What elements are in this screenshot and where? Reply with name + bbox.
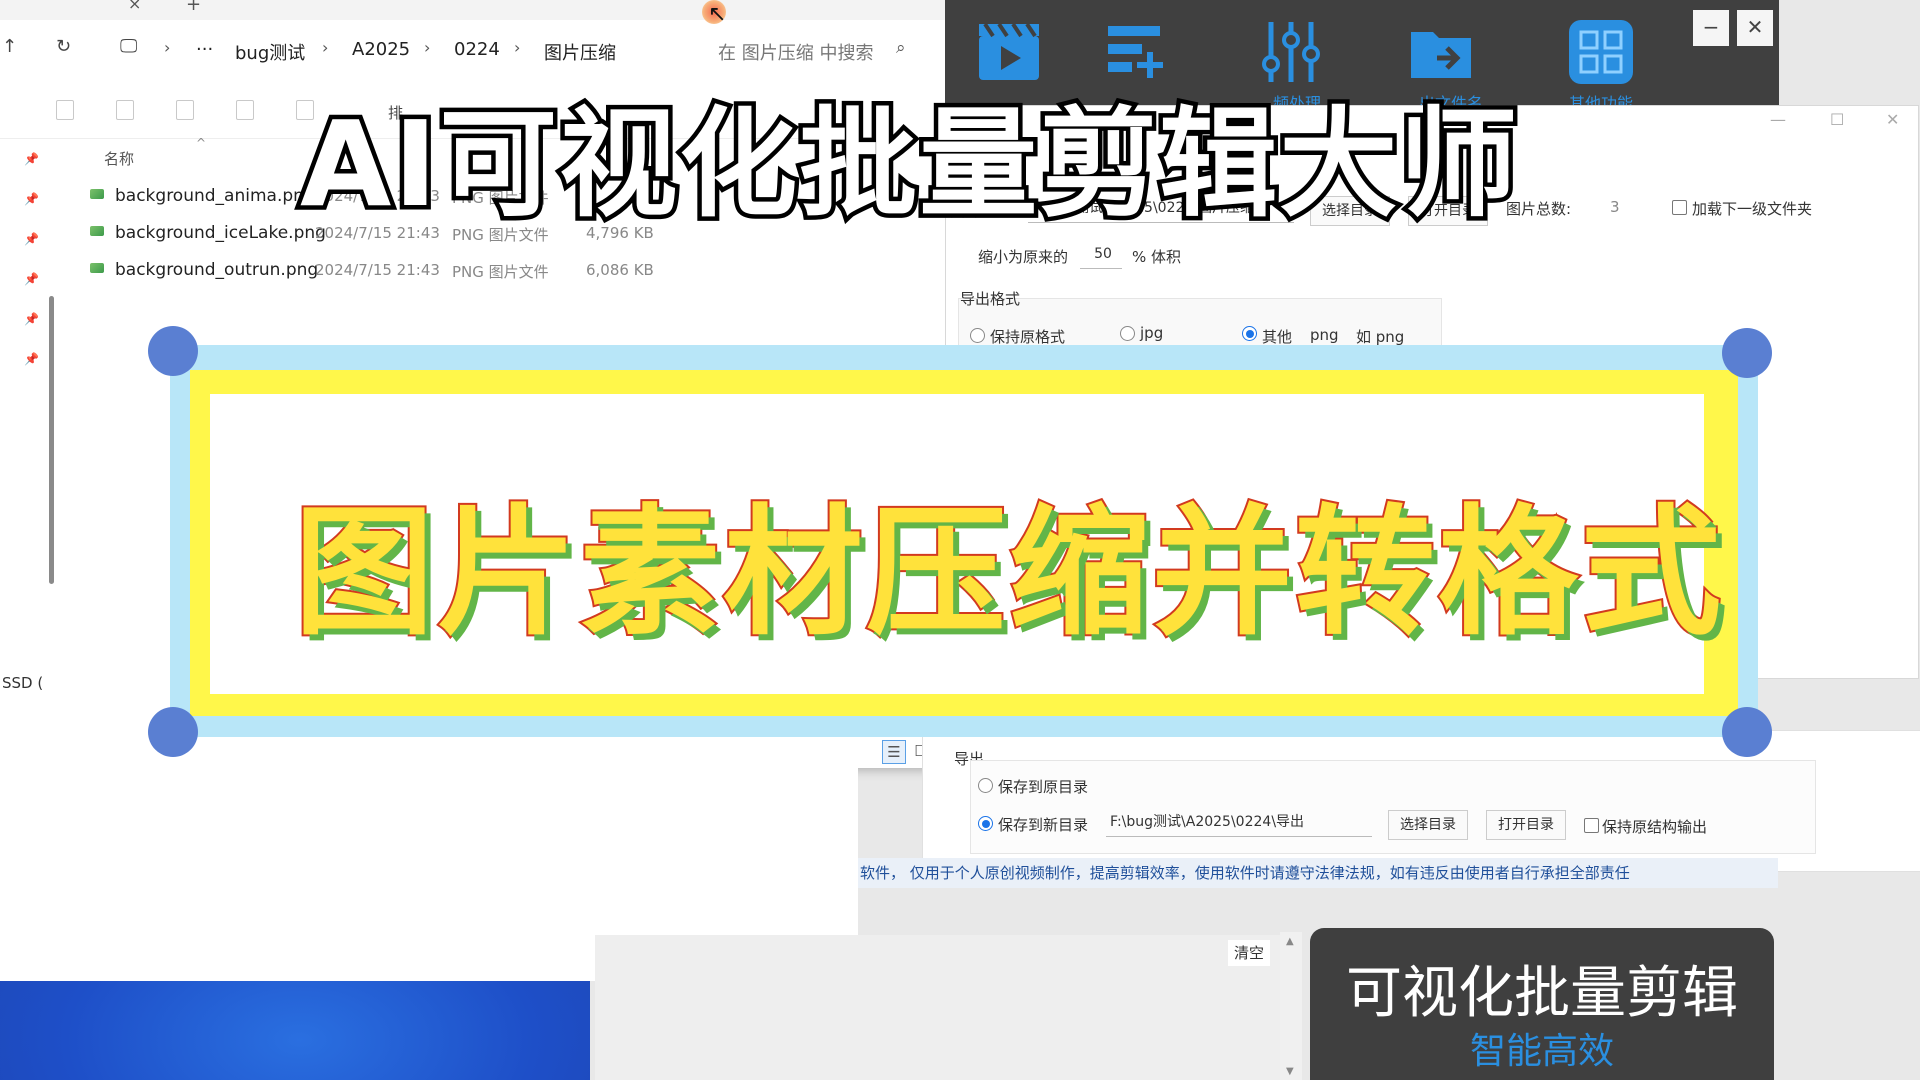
clear-button[interactable]: 清空 <box>1228 940 1270 966</box>
format-keep-label: 保持原格式 <box>990 328 1066 346</box>
badge-title: 可视化批量剪辑 <box>1346 961 1738 1026</box>
badge-subtitle: 智能高效 <box>1469 1031 1614 1072</box>
chevron-right-icon: › <box>164 38 171 57</box>
open-export-dir-button[interactable]: 打开目录 <box>1486 810 1566 840</box>
load-subfolder-label: 加载下一级文件夹 <box>1692 200 1813 218</box>
load-subfolder-checkbox[interactable] <box>1672 200 1687 215</box>
file-name: background_iceLake.png <box>115 223 326 243</box>
mouse-pointer-icon: ↖ <box>708 2 727 27</box>
more-functions-icon[interactable] <box>1567 18 1635 86</box>
shrink-suffix-label: % 体积 <box>1132 248 1182 266</box>
format-other-radio[interactable] <box>1242 326 1257 341</box>
pin-icon: 📌 <box>24 152 39 166</box>
explorer-tab-strip: × + <box>0 0 945 20</box>
resize-handle[interactable] <box>1722 328 1772 378</box>
column-header-name[interactable]: 名称 <box>104 148 134 169</box>
pin-icon: 📌 <box>24 352 39 366</box>
shrink-prefix-label: 缩小为原来的 <box>978 248 1069 266</box>
minimize-button[interactable]: − <box>1693 10 1729 46</box>
file-name: background_outrun.png <box>115 260 319 280</box>
up-arrow-icon[interactable]: ↑ <box>2 36 17 57</box>
save-original-radio[interactable] <box>978 778 993 793</box>
description-text: 软件， 仅用于个人原创视频制作，提高剪辑效率，使用软件时请遵守法律法规，如有违反… <box>860 864 1630 882</box>
keep-structure-checkbox[interactable] <box>1584 818 1599 833</box>
breadcrumb-item[interactable]: A2025 <box>352 39 410 60</box>
new-tab-icon[interactable]: + <box>186 0 201 15</box>
format-group-title: 导出格式 <box>960 290 1021 308</box>
sidebar-drive-ssd[interactable]: SSD ( <box>2 674 43 692</box>
breadcrumb-item[interactable]: bug测试 <box>235 39 305 65</box>
format-hint: 如 png <box>1356 328 1405 346</box>
export-dir-input[interactable]: F:\bug测试\A2025\0224\导出 <box>1106 810 1372 837</box>
close-button[interactable]: ✕ <box>1737 10 1773 46</box>
save-new-radio[interactable] <box>978 816 993 831</box>
format-other-input[interactable]: png <box>1310 326 1339 344</box>
format-jpg-label: jpg <box>1140 324 1164 342</box>
breadcrumb-item[interactable]: 0224 <box>454 39 500 60</box>
save-new-label: 保存到新目录 <box>998 816 1089 834</box>
dialog-close-icon[interactable]: ✕ <box>1886 110 1899 129</box>
file-type: PNG 图片文件 <box>452 263 549 281</box>
resize-handle[interactable] <box>148 326 198 376</box>
pin-icon: 📌 <box>24 272 39 286</box>
png-file-icon <box>90 189 104 199</box>
log-scrollbar[interactable] <box>1280 932 1302 1080</box>
computer-icon[interactable]: 🖵 <box>120 36 137 57</box>
log-area[interactable] <box>595 935 1295 1080</box>
scroll-up-icon[interactable]: ▲ <box>1286 936 1294 947</box>
search-input[interactable]: 在 图片压缩 中搜索 ⌕ <box>712 30 930 68</box>
png-file-icon <box>90 263 104 273</box>
sort-up-icon: ^ <box>196 136 207 150</box>
breadcrumb-more[interactable]: ··· <box>196 39 213 60</box>
banner-title: 图片素材压缩并转格式 <box>292 490 1725 657</box>
resize-handle[interactable] <box>148 707 198 757</box>
total-value: 3 <box>1610 198 1620 216</box>
scroll-down-icon[interactable]: ▼ <box>1286 1066 1294 1077</box>
search-icon[interactable]: ⌕ <box>896 38 906 58</box>
refresh-icon[interactable]: ↻ <box>56 36 71 57</box>
search-placeholder: 在 图片压缩 中搜索 <box>718 43 874 64</box>
copy-icon[interactable] <box>56 100 74 120</box>
format-other-label: 其他 <box>1262 328 1293 346</box>
format-keep-radio[interactable] <box>970 328 985 343</box>
save-original-label: 保存到原目录 <box>998 778 1089 796</box>
headline-title: AI可视化批量剪辑大师 <box>295 91 1521 238</box>
pin-icon: 📌 <box>24 232 39 246</box>
dialog-maximize-icon[interactable]: ☐ <box>1830 110 1844 129</box>
dialog-minimize-icon[interactable]: — <box>1770 110 1786 129</box>
rename-icon[interactable] <box>176 100 194 120</box>
chevron-right-icon: › <box>424 38 431 57</box>
png-file-icon <box>90 226 104 236</box>
file-size: 6,086 KB <box>586 261 654 279</box>
format-jpg-radio[interactable] <box>1120 326 1135 341</box>
pin-icon: 📌 <box>24 192 39 206</box>
pin-icon: 📌 <box>24 312 39 326</box>
file-row[interactable]: background_outrun.png 2024/7/15 21:43 PN… <box>90 254 740 288</box>
file-date: 2024/7/15 21:43 <box>315 261 440 279</box>
paste-icon[interactable] <box>116 100 134 120</box>
file-name: background_anima.png <box>115 186 315 206</box>
tab-close-icon[interactable]: × <box>128 0 141 13</box>
chevron-right-icon: › <box>322 38 329 57</box>
keep-structure-label: 保持原结构输出 <box>1602 818 1708 836</box>
chevron-right-icon: › <box>514 38 521 57</box>
shrink-percent-input[interactable]: 50 <box>1080 242 1122 269</box>
resize-handle[interactable] <box>1722 707 1772 757</box>
breadcrumb-item-current[interactable]: 图片压缩 <box>544 39 616 65</box>
nav-scrollbar[interactable] <box>49 296 54 584</box>
choose-export-dir-button[interactable]: 选择目录 <box>1388 810 1468 840</box>
details-view-icon[interactable]: ☰ <box>882 740 906 764</box>
share-icon[interactable] <box>236 100 254 120</box>
